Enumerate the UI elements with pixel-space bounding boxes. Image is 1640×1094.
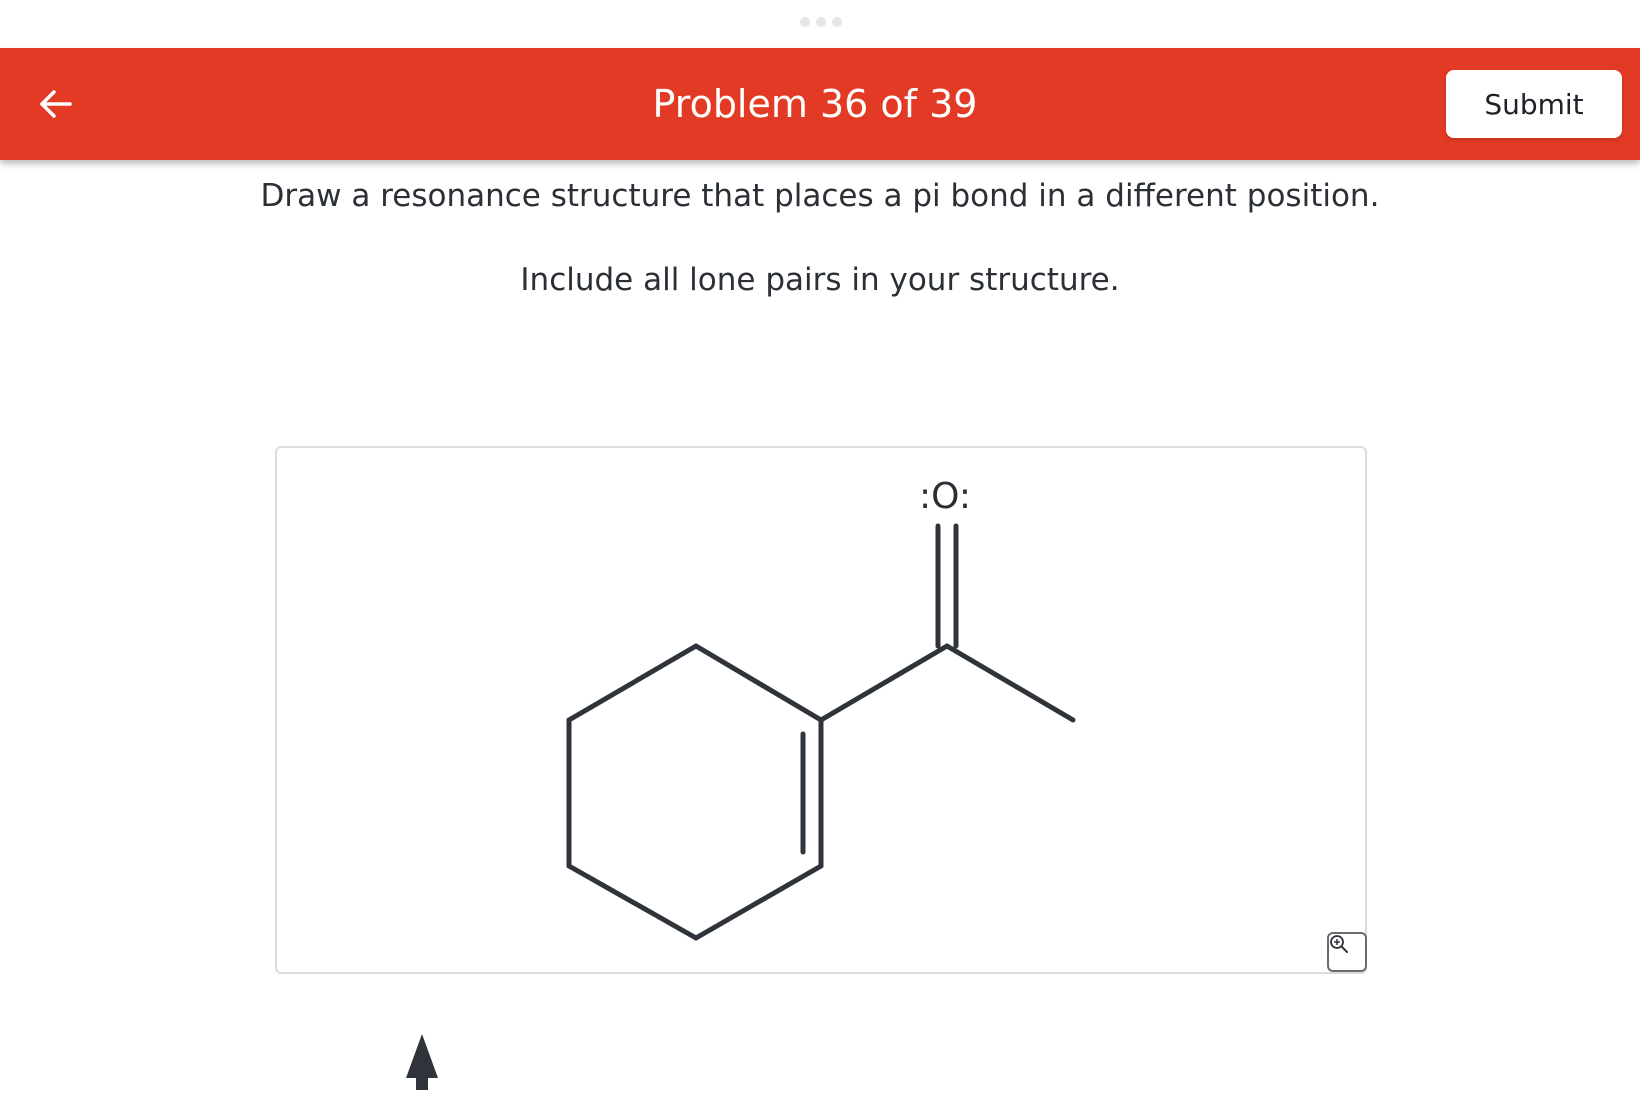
molecule-structure (566, 523, 1076, 941)
question-prompt: Draw a resonance structure that places a… (260, 178, 1380, 214)
up-arrow-icon[interactable] (404, 1034, 440, 1094)
oxygen-atom-label[interactable]: :O: (919, 476, 971, 517)
dot (832, 17, 842, 27)
header-bar: Problem 36 of 39 Submit (0, 48, 1640, 160)
bond[interactable] (566, 863, 699, 941)
bond[interactable] (566, 643, 699, 723)
zoom-button[interactable] (1327, 932, 1367, 972)
problem-title: Problem 36 of 39 (652, 82, 978, 126)
question-instruction: Include all lone pairs in your structure… (520, 262, 1120, 298)
dot (816, 17, 826, 27)
drawing-canvas[interactable]: :O: (275, 446, 1367, 974)
bond[interactable] (693, 863, 824, 941)
bond[interactable] (818, 643, 950, 723)
dot (800, 17, 810, 27)
zoom-in-icon (1330, 935, 1348, 953)
submit-button[interactable]: Submit (1446, 70, 1622, 138)
window-handle-dots[interactable] (800, 17, 842, 27)
window-top-strip (0, 0, 1640, 48)
bond[interactable] (944, 643, 1076, 723)
bond[interactable] (693, 643, 824, 723)
